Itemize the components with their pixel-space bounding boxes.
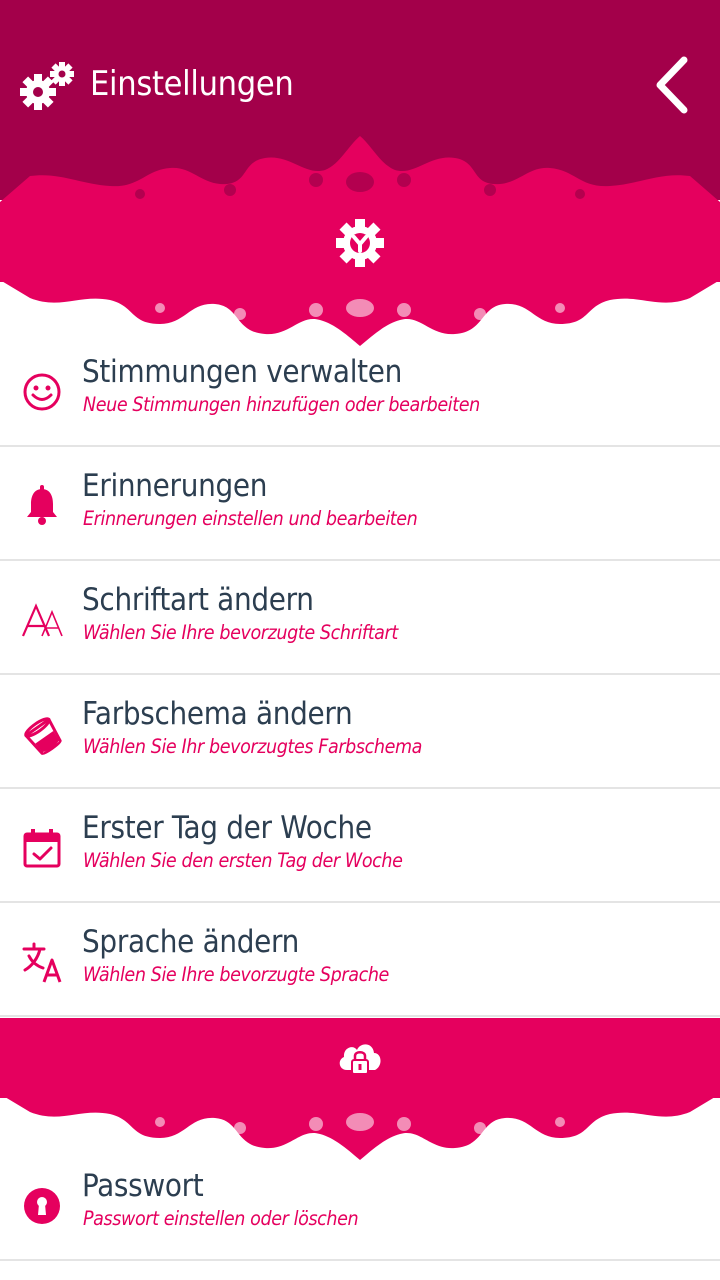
cloud-lock-icon [339,1044,381,1075]
item-title: Passwort [82,1168,204,1204]
item-subtitle: Passwort einstellen oder löschen [83,1207,359,1230]
item-title: Erster Tag der Woche [82,810,372,846]
item-subtitle: Wählen Sie den ersten Tag der Woche [83,849,403,872]
item-title: Farbschema ändern [82,696,353,732]
item-subtitle: Neue Stimmungen hinzufügen oder bearbeit… [83,393,480,416]
item-title: Sprache ändern [82,924,300,960]
list-item-font[interactable]: Schriftart ändern Wählen Sie Ihre bevorz… [0,562,720,675]
list-item-language[interactable]: Sprache ändern Wählen Sie Ihre bevorzugt… [0,904,720,1017]
item-title: Stimmungen verwalten [82,354,403,390]
keyhole-icon [24,1188,60,1224]
item-title: Schriftart ändern [82,582,314,618]
chevron-left-icon[interactable] [650,56,694,114]
list-item-color-scheme[interactable]: Farbschema ändern Wählen Sie Ihr bevorzu… [0,676,720,789]
font-icon [21,603,63,637]
item-subtitle: Erinnerungen einstellen und bearbeiten [83,507,418,530]
list-item-first-day-of-week[interactable]: Erster Tag der Woche Wählen Sie den erst… [0,790,720,903]
section-band-general [0,202,720,282]
bell-icon [27,485,57,525]
page-title: Einstellungen [90,64,294,104]
list-item-manage-moods[interactable]: Stimmungen verwalten Neue Stimmungen hin… [0,334,720,447]
item-subtitle: Wählen Sie Ihre bevorzugte Sprache [83,963,389,986]
calendar-check-icon [23,829,61,868]
gears-icon [20,62,74,110]
paint-bucket-icon [24,717,62,755]
ornament-decoration [0,136,720,202]
item-subtitle: Wählen Sie Ihre bevorzugte Schriftart [83,621,398,644]
section-band-security [0,1018,720,1098]
item-title: Erinnerungen [82,468,268,504]
list-item-reminders[interactable]: Erinnerungen Erinnerungen einstellen und… [0,448,720,561]
item-subtitle: Wählen Sie Ihr bevorzugtes Farbschema [83,735,423,758]
list-item-password[interactable]: Passwort Passwort einstellen oder lösche… [0,1148,720,1261]
smiley-icon [23,373,61,411]
translate-icon [22,942,62,983]
settings-wrench-icon [336,219,384,267]
